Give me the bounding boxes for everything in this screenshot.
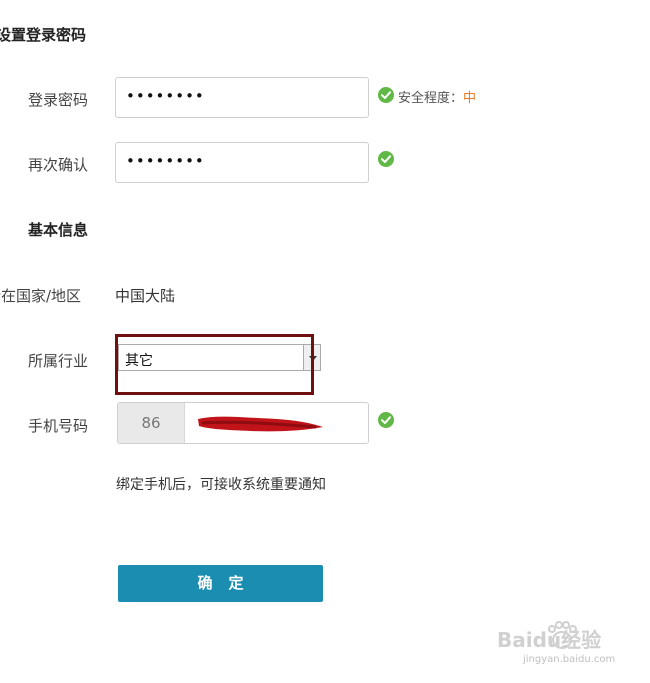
login-password-value: •••••••• <box>126 87 205 105</box>
login-password-label: 登录密码 <box>28 91 89 109</box>
country-value: 中国大陆 <box>115 287 176 305</box>
check-circle-icon <box>378 412 394 428</box>
confirm-password-value: •••••••• <box>126 152 205 170</box>
watermark-url: jingyan.baidu.com <box>523 654 616 665</box>
basic-info-title: 基本信息 <box>28 221 89 239</box>
check-circle-icon <box>378 151 394 167</box>
password-section-title: 设置登录密码 <box>0 26 87 44</box>
password-strength-level: 中 <box>463 91 477 106</box>
phone-input[interactable]: 86 <box>117 402 369 444</box>
phone-hint: 绑定手机后，可接收系统重要通知 <box>116 477 326 493</box>
highlight-annotation-box <box>115 334 314 395</box>
phone-label: 手机号码 <box>28 417 89 435</box>
password-strength-text: 安全程度：中 <box>398 87 476 106</box>
country-label: 所在国家/地区 <box>0 287 82 305</box>
confirm-button[interactable]: 确定 <box>118 565 323 602</box>
country-code-prefix: 86 <box>118 403 185 443</box>
baidu-watermark: Baidu经验 jingyan.baidu.com <box>497 620 647 680</box>
redaction-scribble <box>198 416 323 432</box>
login-password-input[interactable]: •••••••• <box>115 77 369 118</box>
watermark-brand: Baidu经验 <box>497 628 602 652</box>
check-circle-icon <box>378 87 394 103</box>
industry-label: 所属行业 <box>28 352 89 370</box>
password-strength-prefix: 安全程度： <box>398 91 464 106</box>
confirm-password-label: 再次确认 <box>28 156 89 174</box>
confirm-password-input[interactable]: •••••••• <box>115 142 369 183</box>
